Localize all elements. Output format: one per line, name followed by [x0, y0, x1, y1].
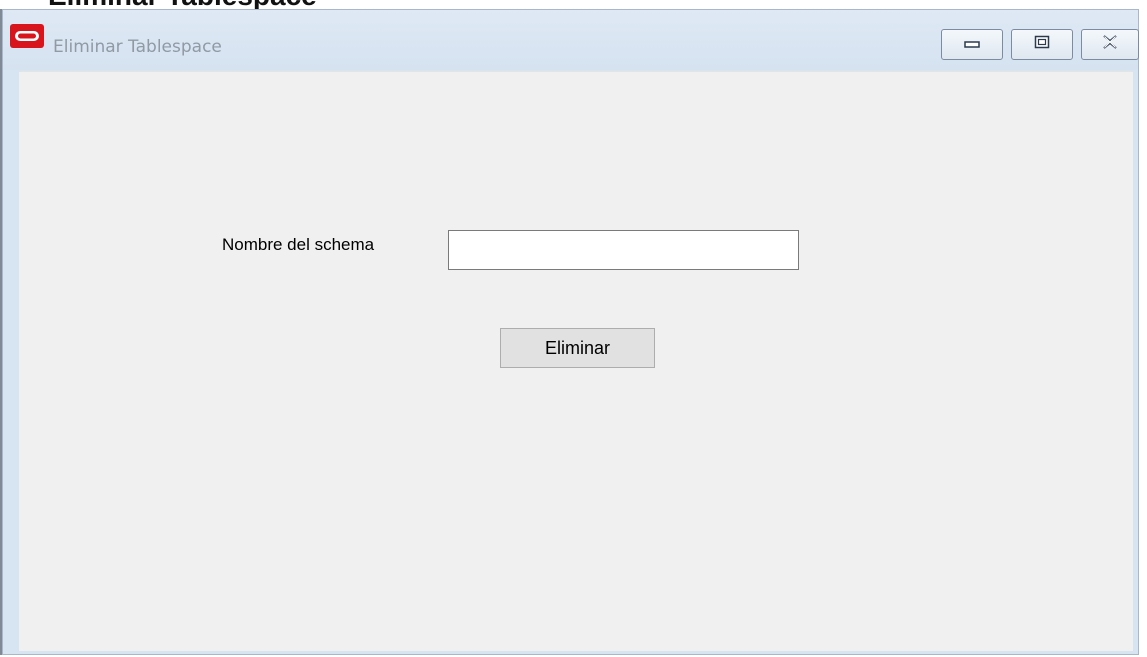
schema-name-label: Nombre del schema	[222, 235, 375, 254]
dialog-window: Eliminar Tablespace Nombre del schema El…	[2, 9, 1139, 655]
window-title: Eliminar Tablespace	[53, 37, 222, 57]
title-bar[interactable]: Eliminar Tablespace	[3, 10, 1139, 70]
minimize-icon	[964, 36, 980, 54]
minimize-button[interactable]	[941, 29, 1003, 60]
eliminar-button[interactable]: Eliminar	[500, 328, 655, 368]
close-icon	[1101, 35, 1119, 54]
oracle-logo-icon	[10, 24, 44, 48]
close-button[interactable]	[1081, 29, 1139, 60]
dialog-client-area: Nombre del schema Eliminar	[19, 71, 1133, 651]
maximize-icon	[1034, 35, 1050, 54]
maximize-button[interactable]	[1011, 29, 1073, 60]
schema-name-input[interactable]	[448, 230, 799, 270]
